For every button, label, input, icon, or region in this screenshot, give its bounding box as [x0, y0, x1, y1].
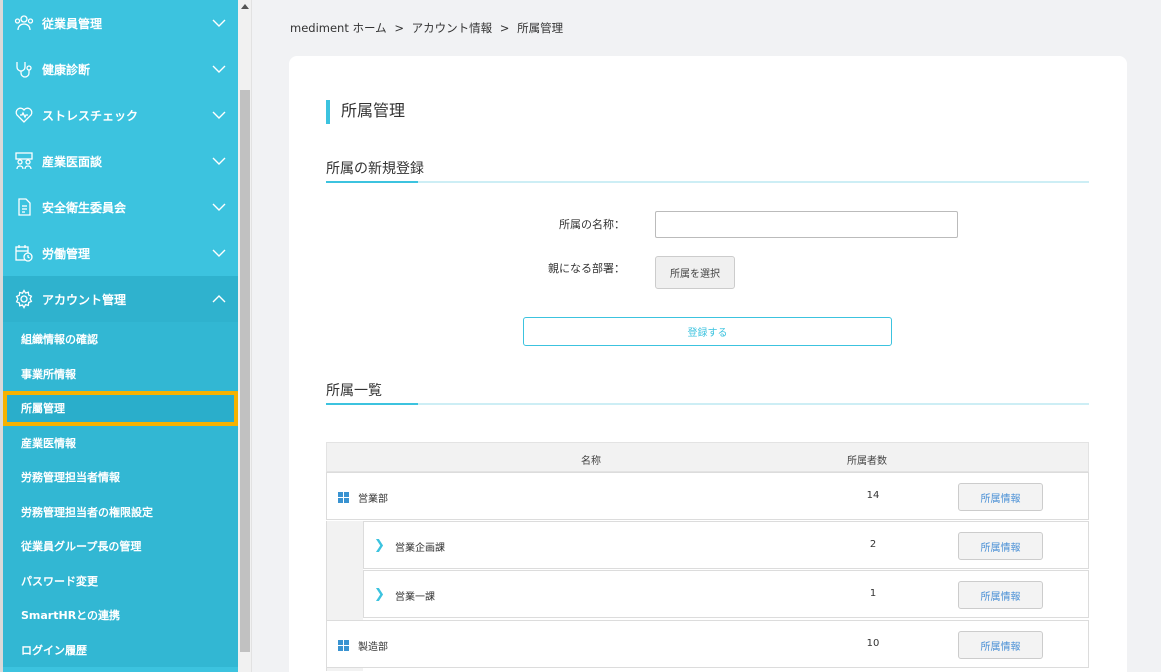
menu-label: 健康診断 — [42, 62, 91, 77]
submenu-group-leader[interactable]: 従業員グループ長の管理 — [3, 529, 238, 564]
menu-label: 安全衛生委員会 — [42, 200, 127, 215]
department-info-button[interactable]: 所属情報 — [958, 581, 1043, 609]
menu-labor-management[interactable]: 労働管理 — [3, 230, 238, 276]
submenu-labor-manager-info[interactable]: 労務管理担当者情報 — [3, 460, 238, 495]
menu-employee-management[interactable]: 従業員管理 — [3, 0, 238, 46]
list-section-title: 所属一覧 — [326, 383, 382, 399]
department-grid-icon — [338, 492, 349, 503]
sidebar: 従業員管理 健康診断 ストレスチェック 産業医面談 安全衛生委員会 労働管理 ア… — [0, 0, 238, 672]
chevron-down-icon — [212, 154, 226, 168]
document-icon — [13, 196, 35, 218]
table-header: 名称 所属者数 — [326, 442, 1089, 472]
department-info-button[interactable]: 所属情報 — [958, 483, 1043, 511]
breadcrumb-account-info[interactable]: アカウント情報 — [412, 21, 493, 35]
chevron-down-icon — [212, 16, 226, 30]
department-grid-icon — [338, 640, 349, 651]
scroll-up-arrow-icon[interactable] — [241, 4, 249, 9]
menu-health-checkup[interactable]: 健康診断 — [3, 46, 238, 92]
stethoscope-icon — [13, 58, 35, 80]
submenu-login-history[interactable]: ログイン履歴 — [3, 633, 238, 668]
section-divider — [326, 403, 1089, 405]
department-info-button[interactable]: 所属情報 — [958, 532, 1043, 560]
column-header-name: 名称 — [581, 456, 601, 467]
section-divider — [326, 181, 1089, 183]
chevron-right-icon[interactable]: ❯ — [374, 538, 385, 553]
submenu-smarthr[interactable]: SmartHRとの連携 — [3, 598, 238, 633]
calendar-clock-icon — [13, 242, 35, 264]
register-button[interactable]: 登録する — [523, 317, 892, 346]
row-name: 営業企画課 — [395, 543, 445, 554]
row-count: 10 — [866, 638, 880, 649]
chevron-down-icon — [212, 246, 226, 260]
menu-stress-check[interactable]: ストレスチェック — [3, 92, 238, 138]
row-name: 製造部 — [358, 642, 388, 653]
chevron-down-icon — [212, 62, 226, 76]
department-name-input[interactable] — [655, 211, 958, 238]
table-row: ❯ 営業一課 1 所属情報 — [363, 570, 1089, 618]
chevron-down-icon — [212, 200, 226, 214]
breadcrumb-current: 所属管理 — [517, 21, 564, 35]
table-row: ❯ 営業企画課 2 所属情報 — [363, 521, 1089, 569]
chevron-down-icon — [212, 108, 226, 122]
submenu-doctor-info[interactable]: 産業医情報 — [3, 426, 238, 461]
table-row: 製造部 10 所属情報 — [326, 620, 1089, 668]
chevron-right-icon[interactable]: ❯ — [374, 587, 385, 602]
heart-icon — [13, 104, 35, 126]
menu-label: 従業員管理 — [42, 16, 103, 31]
menu-label: 労働管理 — [42, 246, 91, 261]
submenu-department-management[interactable]: 所屬管理 — [3, 391, 238, 426]
menu-doctor-interview[interactable]: 産業医面談 — [3, 138, 238, 184]
users-icon — [13, 12, 35, 34]
page-title: 所属管理 — [326, 100, 405, 124]
menu-safety-committee[interactable]: 安全衛生委員会 — [3, 184, 238, 230]
parent-label: 親になる部署： — [548, 262, 625, 275]
breadcrumb-separator: > — [499, 21, 510, 35]
submenu-labor-manager-permissions[interactable]: 労務管理担当者の権限設定 — [3, 495, 238, 530]
chevron-up-icon — [212, 292, 226, 306]
menu-label: ストレスチェック — [42, 108, 139, 123]
register-section-title: 所属の新規登録 — [326, 161, 424, 177]
row-name: 営業一課 — [395, 592, 435, 603]
column-header-count: 所属者数 — [847, 456, 887, 467]
menu-account-management[interactable]: アカウント管理 — [3, 276, 238, 322]
submenu-org-info[interactable]: 組織情報の確認 — [3, 322, 238, 357]
submenu-password-change[interactable]: パスワード変更 — [3, 564, 238, 599]
menu-label: 産業医面談 — [42, 154, 103, 169]
account-submenu: 組織情報の確認 事業所情報 所屬管理 産業医情報 労務管理担当者情報 労務管理担… — [3, 322, 238, 667]
menu-label: アカウント管理 — [42, 292, 127, 307]
select-parent-button[interactable]: 所属を選択 — [655, 256, 735, 289]
scrollbar-thumb[interactable] — [240, 90, 250, 652]
submenu-office-info[interactable]: 事業所情報 — [3, 357, 238, 392]
row-count: 14 — [866, 490, 880, 501]
breadcrumb-home[interactable]: mediment ホーム — [290, 21, 387, 35]
row-count: 2 — [869, 539, 877, 550]
row-name: 営業部 — [358, 494, 388, 505]
table-row: 営業部 14 所属情報 — [326, 472, 1089, 520]
breadcrumb-separator: > — [394, 21, 404, 35]
sidebar-scrollbar[interactable] — [238, 0, 252, 672]
interview-icon — [13, 150, 35, 172]
row-count: 1 — [869, 588, 877, 599]
gear-icon — [13, 288, 35, 310]
department-info-button[interactable]: 所属情報 — [958, 631, 1043, 659]
name-label: 所属の名称： — [559, 218, 625, 231]
breadcrumb: mediment ホーム > アカウント情報 > 所属管理 — [290, 20, 567, 36]
